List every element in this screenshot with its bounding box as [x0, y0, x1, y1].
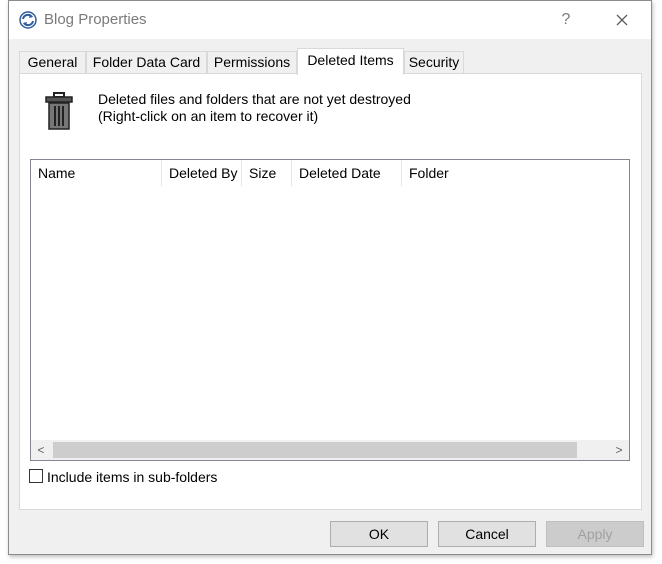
tab-permissions[interactable]: Permissions [207, 51, 297, 73]
close-icon [616, 14, 628, 26]
cancel-button[interactable]: Cancel [438, 521, 536, 547]
help-button[interactable]: ? [551, 7, 581, 33]
properties-dialog: Blog Properties ? General Folder Data Ca… [8, 0, 652, 555]
apply-button[interactable]: Apply [546, 521, 644, 547]
close-button[interactable] [607, 7, 637, 33]
scroll-left-icon[interactable]: < [31, 440, 51, 460]
include-subfolders-label[interactable]: Include items in sub-folders [47, 469, 217, 485]
column-header-deleted-date[interactable]: Deleted Date [292, 160, 402, 186]
column-header-folder[interactable]: Folder [402, 160, 502, 186]
list-header: Name Deleted By Size Deleted Date Folder [31, 160, 629, 186]
deleted-items-list[interactable]: Name Deleted By Size Deleted Date Folder… [30, 159, 630, 461]
column-header-size[interactable]: Size [242, 160, 292, 186]
trash-can-icon [45, 92, 73, 130]
ok-button[interactable]: OK [330, 521, 428, 547]
window-title: Blog Properties [44, 11, 147, 28]
include-subfolders-checkbox[interactable] [29, 469, 43, 483]
tab-folder-data-card[interactable]: Folder Data Card [86, 51, 207, 73]
title-bar[interactable]: Blog Properties ? [9, 1, 651, 39]
folder-sync-icon [19, 11, 37, 29]
column-header-name[interactable]: Name [31, 160, 162, 186]
deleted-items-panel: Deleted files and folders that are not y… [19, 73, 642, 510]
tab-general[interactable]: General [19, 51, 86, 73]
description-line-1: Deleted files and folders that are not y… [98, 91, 411, 107]
horizontal-scrollbar[interactable]: < > [31, 440, 629, 460]
column-header-deleted-by[interactable]: Deleted By [162, 160, 242, 186]
description-line-2: (Right-click on an item to recover it) [98, 108, 319, 124]
tab-deleted-items[interactable]: Deleted Items [297, 48, 404, 75]
tab-security[interactable]: Security [404, 51, 464, 73]
scrollbar-thumb[interactable] [53, 442, 577, 458]
scroll-right-icon[interactable]: > [609, 440, 629, 460]
